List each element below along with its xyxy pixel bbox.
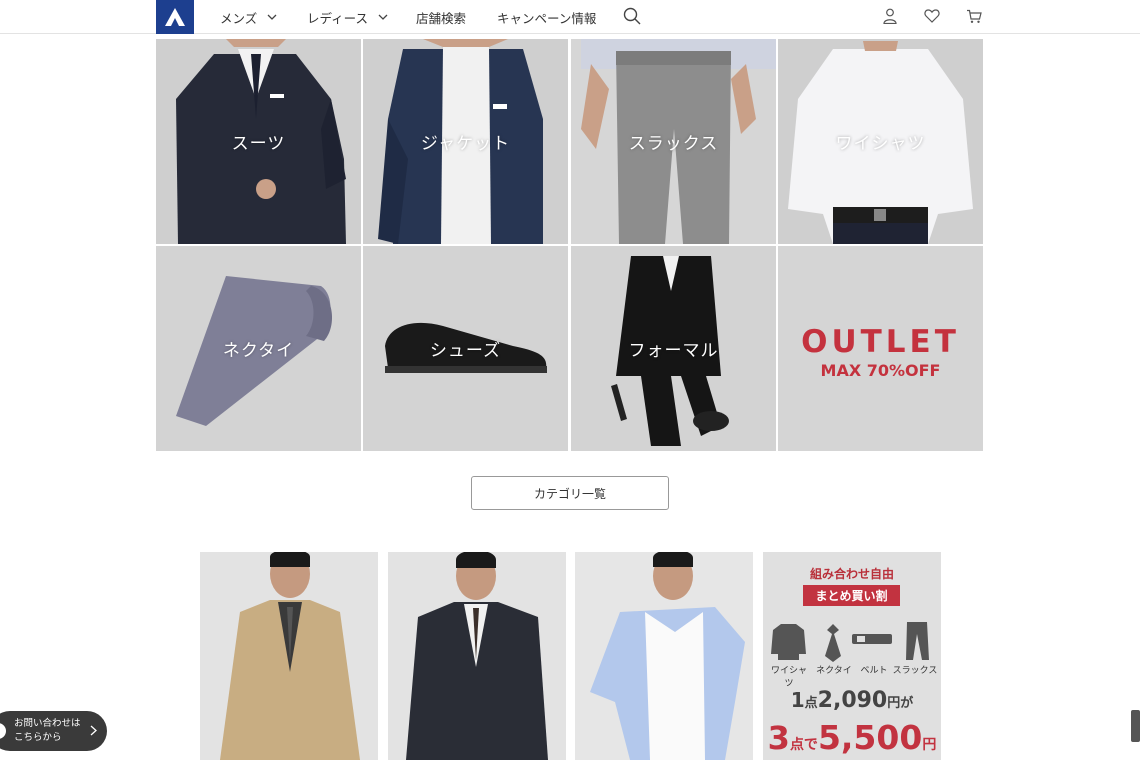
category-tile-suits[interactable]: スーツ bbox=[156, 39, 361, 244]
scrollbar-thumb[interactable] bbox=[1131, 710, 1140, 742]
chevron-down-icon bbox=[267, 14, 277, 20]
price-amount: 2,090 bbox=[817, 688, 888, 713]
price-qty: 1 bbox=[790, 688, 805, 712]
logo-icon[interactable] bbox=[156, 0, 194, 34]
promo-item-label: ワイシャツ bbox=[770, 666, 807, 689]
chevron-right-icon bbox=[90, 725, 97, 736]
search-icon[interactable] bbox=[622, 6, 642, 26]
chevron-down-icon bbox=[378, 14, 388, 20]
category-tile-shirts[interactable]: ワイシャツ bbox=[778, 39, 983, 244]
formal-image bbox=[571, 246, 776, 451]
heart-icon[interactable] bbox=[922, 6, 942, 26]
category-tile-outlet[interactable]: OUTLET MAX 70%OFF bbox=[778, 246, 983, 451]
nav-mens-label: メンズ bbox=[220, 10, 258, 26]
promo-tag: まとめ買い割 bbox=[803, 585, 900, 606]
tie-image bbox=[156, 246, 361, 451]
nav-campaign[interactable]: キャンペーン情報 bbox=[497, 0, 596, 34]
category-grid: スーツ ジャケット スラックス ワイシャツ ネクタイ シューズ フォーマル OU… bbox=[156, 39, 984, 451]
shirt-image bbox=[778, 39, 983, 244]
promo-price-bundle: 3点で5,500円 bbox=[763, 718, 941, 757]
site-header: メンズ レディース 店舗検索 キャンペーン情報 bbox=[0, 0, 1140, 34]
outlet-title: OUTLET bbox=[801, 324, 960, 360]
price-qty-unit: 点 bbox=[804, 696, 818, 711]
cart-icon[interactable] bbox=[964, 6, 984, 26]
banner-coat[interactable] bbox=[200, 552, 378, 760]
promo-header: 組み合わせ自由 bbox=[809, 567, 894, 581]
chat-icon bbox=[0, 723, 6, 739]
price-amount: 5,500 bbox=[817, 718, 923, 757]
promo-item-label: スラックス bbox=[892, 666, 938, 676]
suit-image bbox=[156, 39, 361, 244]
nav-ladies[interactable]: レディース bbox=[307, 0, 388, 34]
nav-store-search[interactable]: 店舗検索 bbox=[416, 0, 466, 34]
nav-ladies-label: レディース bbox=[307, 10, 369, 26]
banner-promo[interactable]: 組み合わせ自由 まとめ買い割 ワイシャツ ネクタイ ベルト スラックス 1点2,… bbox=[763, 552, 941, 760]
nav-mens[interactable]: メンズ bbox=[220, 0, 277, 34]
promo-item-label: ネクタイ bbox=[816, 666, 852, 676]
contact-text: お問い合わせは こちらから bbox=[14, 717, 81, 745]
suit-model-image bbox=[388, 552, 566, 760]
promo-item-label: ベルト bbox=[860, 666, 888, 676]
category-tile-shoes[interactable]: シューズ bbox=[363, 246, 568, 451]
category-tile-tie[interactable]: ネクタイ bbox=[156, 246, 361, 451]
slacks-image bbox=[571, 39, 776, 244]
price-unit: 円が bbox=[887, 696, 914, 711]
category-list-button[interactable]: カテゴリ一覧 bbox=[471, 476, 669, 510]
banner-suit[interactable] bbox=[388, 552, 566, 760]
price-unit: 円 bbox=[922, 737, 937, 753]
promo-items-image bbox=[771, 622, 929, 662]
contact-line2: こちらから bbox=[14, 732, 62, 743]
category-tile-formal[interactable]: フォーマル bbox=[571, 246, 776, 451]
account-icon[interactable] bbox=[880, 6, 900, 26]
contact-line1: お問い合わせは bbox=[14, 718, 81, 729]
coat-model-image bbox=[200, 552, 378, 760]
jacket-image bbox=[363, 39, 568, 244]
banner-shirt[interactable] bbox=[575, 552, 753, 760]
outlet-subtitle: MAX 70%OFF bbox=[820, 361, 941, 380]
promo-price-single: 1点2,090円が bbox=[763, 688, 941, 713]
price-qty: 3 bbox=[767, 719, 790, 757]
category-tile-jacket[interactable]: ジャケット bbox=[363, 39, 568, 244]
price-qty-unit: 点で bbox=[789, 737, 818, 753]
shirt-model-image bbox=[575, 552, 753, 760]
contact-button[interactable]: お問い合わせは こちらから bbox=[0, 711, 107, 751]
nav-store-search-label: 店舗検索 bbox=[416, 10, 467, 26]
category-tile-slacks[interactable]: スラックス bbox=[571, 39, 776, 244]
shoes-image bbox=[363, 246, 568, 451]
nav-campaign-label: キャンペーン情報 bbox=[497, 10, 597, 26]
